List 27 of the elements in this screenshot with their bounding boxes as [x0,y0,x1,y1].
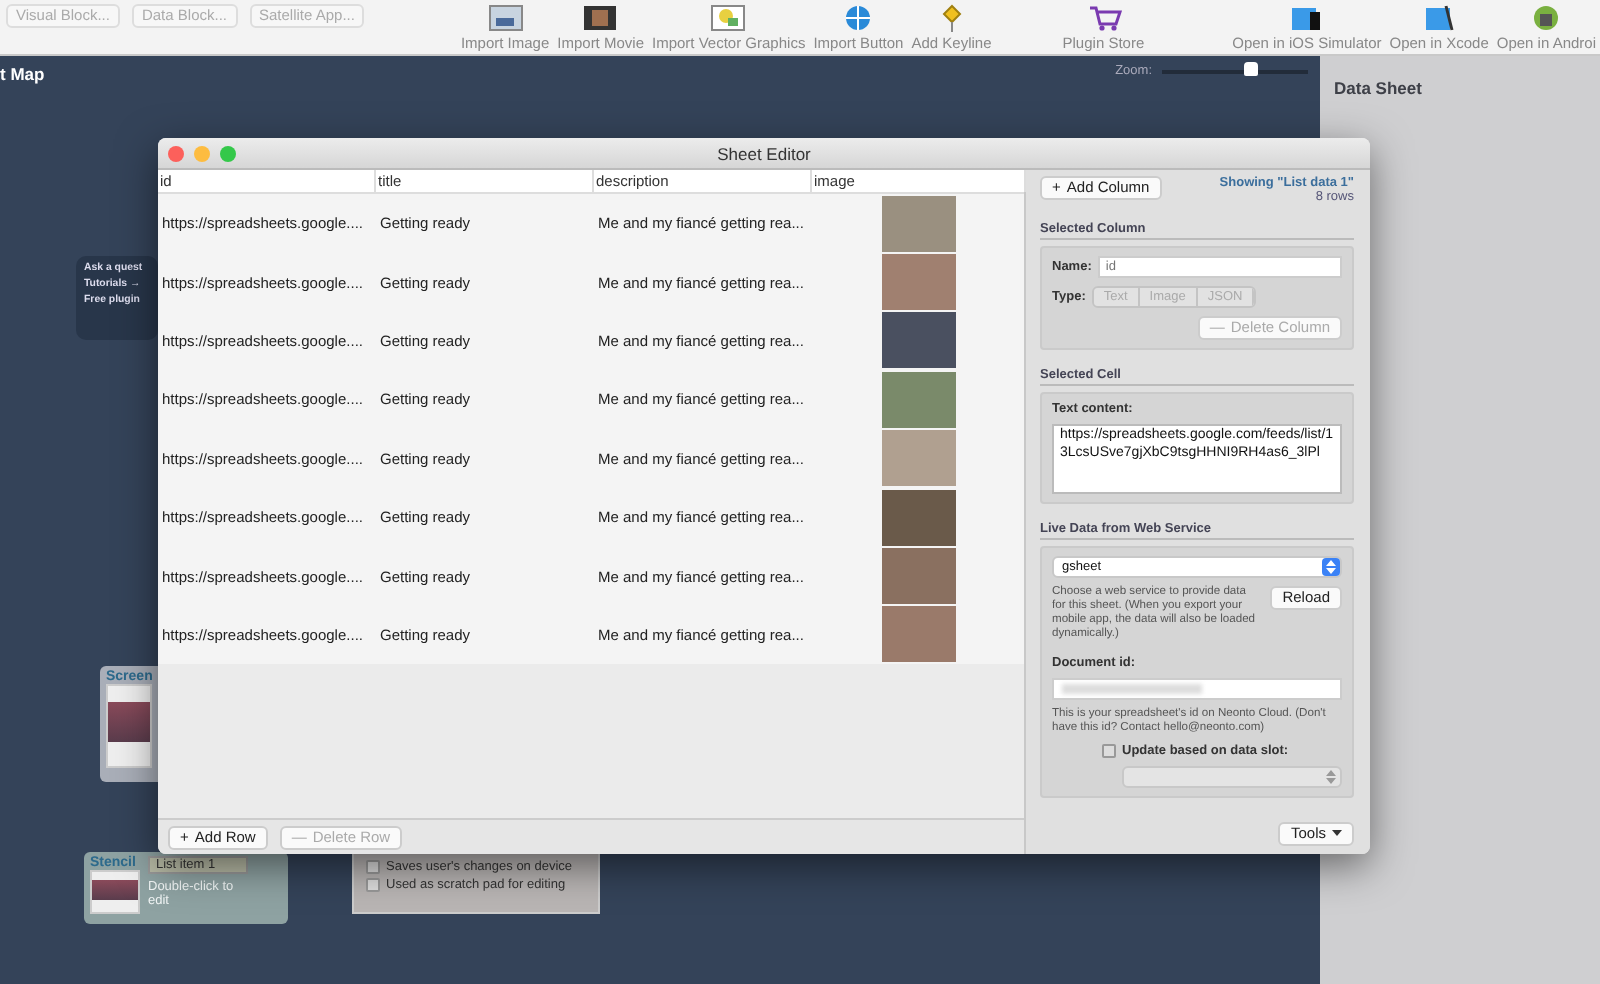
stepper-icon [1322,558,1340,576]
photo-placeholder [882,489,956,546]
photo-placeholder [882,606,956,663]
photo-placeholder [882,195,956,252]
stepper-icon [1322,768,1340,786]
checkbox[interactable] [366,878,380,892]
film-icon [580,4,621,32]
window-title: Sheet Editor [717,143,811,163]
screen-thumbnail [106,684,152,768]
slider-thumb[interactable] [1243,61,1258,75]
document-id-field[interactable] [1052,678,1342,700]
panel-title: Data Sheet [1334,78,1422,98]
photo-placeholder [882,254,956,311]
canvas-title: t Map [0,64,45,84]
data-slot-dropdown[interactable] [1122,766,1342,788]
zoom-button[interactable] [220,146,236,162]
stencil-thumbnail [90,870,140,914]
caret-icon [1332,830,1342,838]
picture-icon [485,4,526,32]
photo-placeholder [882,312,956,369]
photo-placeholder [882,430,956,487]
close-button[interactable] [168,146,184,162]
checkbox[interactable] [1102,744,1116,758]
checkbox[interactable] [366,860,380,874]
minimize-button[interactable] [194,146,210,162]
photo-placeholder [882,548,956,605]
photo-placeholder [882,371,956,428]
